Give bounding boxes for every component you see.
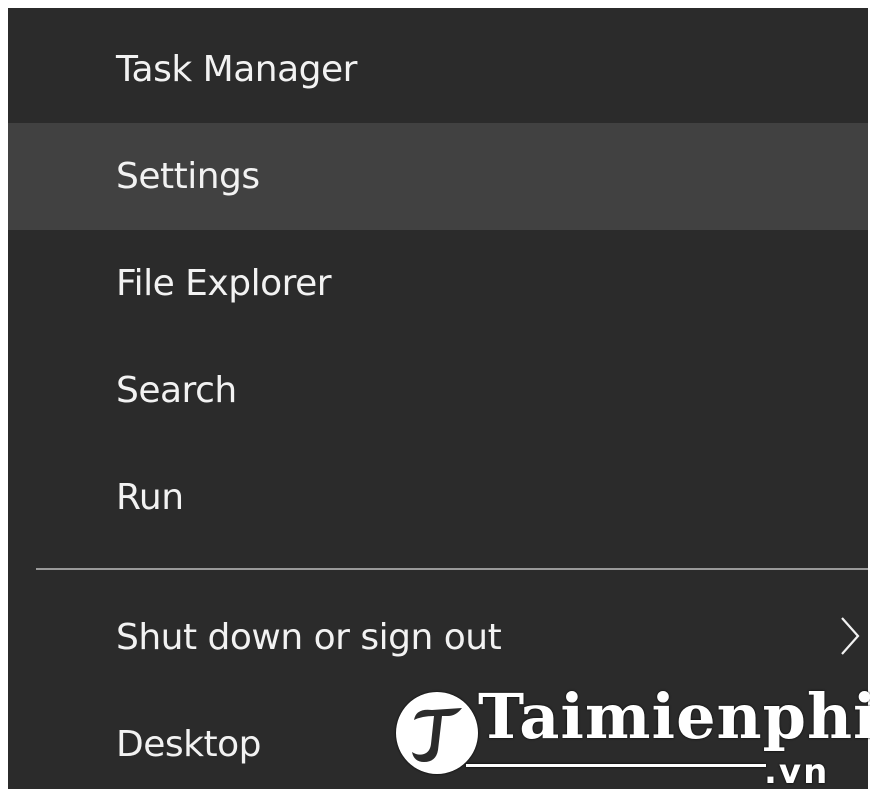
context-menu: Task Manager Settings File Explorer Sear… <box>8 8 870 792</box>
watermark-text: Taimienphi <box>478 680 870 753</box>
menu-item-label: Search <box>116 370 237 411</box>
watermark-suffix: .vn <box>764 752 830 792</box>
menu-item-file-explorer[interactable]: File Explorer <box>8 230 868 337</box>
menu-separator <box>36 568 868 570</box>
chevron-right-icon <box>841 617 860 655</box>
watermark-logo-icon <box>396 692 478 774</box>
menu-item-label: Desktop <box>116 724 261 765</box>
watermark-underline <box>466 764 766 767</box>
menu-item-shut-down-or-sign-out[interactable]: Shut down or sign out <box>8 584 868 691</box>
taimienphi-watermark: Taimienphi .vn <box>396 686 870 793</box>
menu-item-task-manager[interactable]: Task Manager <box>8 16 868 123</box>
menu-item-run[interactable]: Run <box>8 444 868 551</box>
menu-item-label: Task Manager <box>116 49 357 90</box>
menu-item-search[interactable]: Search <box>8 337 868 444</box>
menu-item-label: Shut down or sign out <box>116 617 502 658</box>
menu-item-label: Run <box>116 477 184 518</box>
menu-item-settings[interactable]: Settings <box>8 123 868 230</box>
menu-item-label: Settings <box>116 156 260 197</box>
menu-item-label: File Explorer <box>116 263 332 304</box>
